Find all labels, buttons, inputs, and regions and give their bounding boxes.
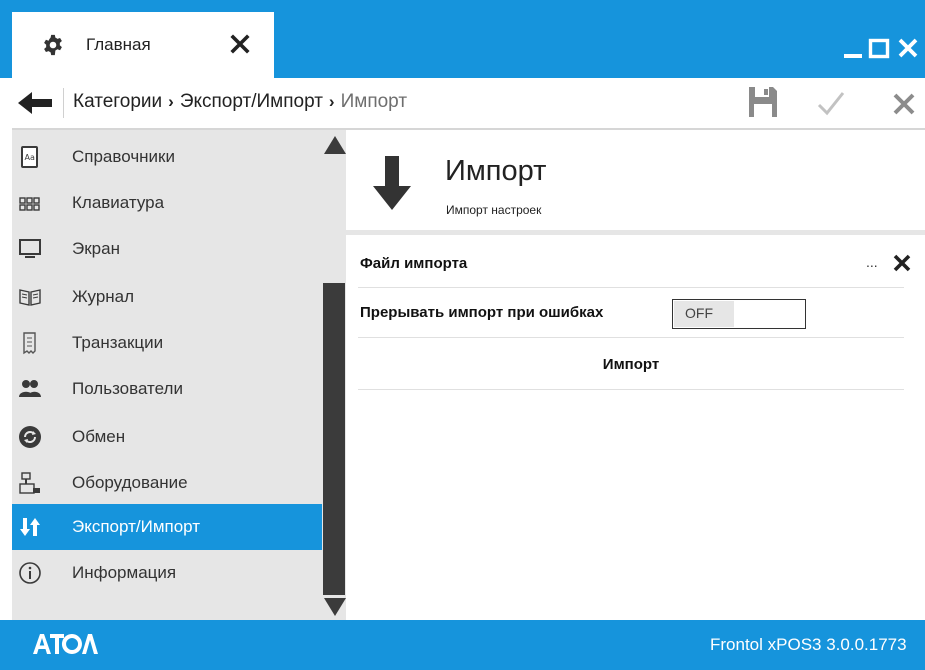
breadcrumb-item-export-import[interactable]: Экспорт/Импорт — [180, 91, 323, 112]
sidebar-item-keyboard[interactable]: Клавиатура — [12, 180, 322, 226]
tab-main[interactable]: Главная — [12, 12, 274, 78]
journal-icon — [19, 289, 41, 306]
breadcrumb: Категории › Экспорт/Импорт › Импорт — [73, 91, 407, 113]
scroll-down-arrow-icon[interactable] — [324, 598, 346, 616]
sidebar-item-export-import[interactable]: Экспорт/Импорт — [12, 504, 322, 550]
sidebar-item-label: Экспорт/Импорт — [72, 517, 201, 536]
tab-label: Главная — [86, 35, 151, 54]
sidebar-item-users[interactable]: Пользователи — [12, 366, 322, 412]
breadcrumb-current: Импорт — [340, 91, 408, 112]
footer: Frontol xPOS3 3.0.0.1773 — [0, 620, 925, 670]
sidebar-item-exchange[interactable]: Обмен — [12, 414, 322, 460]
sidebar-item-label: Транзакции — [72, 333, 164, 352]
import-file-label: Файл импорта — [360, 255, 468, 272]
keyboard-icon — [19, 197, 40, 211]
breadcrumb-bar: Категории › Экспорт/Импорт › Импорт — [12, 78, 925, 130]
atol-logo — [33, 634, 98, 654]
sidebar-item-label: Информация — [72, 563, 177, 582]
export-import-icon — [20, 518, 40, 536]
sidebar-item-label: Клавиатура — [72, 193, 165, 212]
sync-icon — [19, 426, 41, 448]
toggle-state: OFF — [685, 305, 713, 321]
scrollbar-thumb[interactable] — [323, 283, 345, 595]
checkmark-icon[interactable] — [816, 89, 846, 117]
cash-register-icon — [19, 472, 40, 494]
sidebar-item-journal[interactable]: Журнал — [12, 274, 322, 320]
sidebar-item-label: Журнал — [72, 287, 135, 306]
sidebar-item-screen[interactable]: Экран — [12, 226, 322, 272]
svg-text:Aa: Aa — [25, 153, 35, 162]
sidebar-item-transactions[interactable]: Транзакции — [12, 320, 322, 366]
browse-file-button[interactable]: ... — [866, 254, 878, 270]
sidebar: Aa Справочники Клавиатура Экран Журнал Т… — [12, 130, 346, 620]
sidebar-item-information[interactable]: Информация — [12, 550, 322, 596]
abort-on-errors-label: Прерывать импорт при ошибках — [360, 304, 604, 321]
gear-icon — [44, 34, 62, 56]
abort-on-errors-row: Прерывать импорт при ошибках OFF — [358, 288, 904, 338]
import-button[interactable]: Импорт — [358, 338, 904, 390]
sidebar-item-label: Пользователи — [72, 379, 183, 398]
page-title: Импорт — [445, 155, 547, 187]
scroll-up-arrow-icon[interactable] — [324, 136, 346, 154]
import-action-row: Импорт — [358, 338, 904, 390]
monitor-icon — [19, 239, 41, 258]
version-label: Frontol xPOS3 3.0.0.1773 — [710, 635, 907, 654]
page-subtitle: Импорт настроек — [446, 203, 542, 217]
breadcrumb-item-categories[interactable]: Категории — [73, 91, 162, 112]
close-tab-icon[interactable] — [228, 32, 252, 56]
book-icon: Aa — [21, 146, 38, 168]
receipt-icon — [23, 332, 36, 355]
cancel-icon[interactable] — [890, 90, 918, 118]
breadcrumb-separator: › — [168, 92, 174, 111]
abort-on-errors-toggle[interactable]: OFF — [672, 299, 806, 329]
sidebar-item-equipment[interactable]: Оборудование — [12, 460, 322, 506]
sidebar-item-references[interactable]: Aa Справочники — [12, 134, 322, 180]
import-file-row: Файл импорта ... — [358, 240, 911, 288]
breadcrumb-separator: › — [328, 92, 335, 111]
minimize-button[interactable] — [842, 36, 864, 60]
download-arrow-icon — [373, 156, 411, 210]
maximize-button[interactable] — [867, 36, 891, 60]
sidebar-item-label: Экран — [72, 239, 120, 258]
back-arrow-icon[interactable] — [18, 90, 54, 116]
window-close-button[interactable] — [896, 36, 920, 60]
main-panel: Импорт Импорт настроек Файл импорта ... … — [346, 130, 925, 620]
clear-file-icon[interactable] — [892, 253, 912, 273]
sidebar-item-label: Справочники — [72, 147, 175, 166]
save-icon[interactable] — [747, 85, 779, 119]
users-icon — [19, 380, 41, 397]
info-icon — [19, 562, 41, 584]
breadcrumb-divider — [63, 88, 64, 118]
sidebar-item-label: Обмен — [72, 427, 126, 446]
sidebar-item-label: Оборудование — [72, 473, 188, 492]
header-divider — [346, 230, 925, 235]
